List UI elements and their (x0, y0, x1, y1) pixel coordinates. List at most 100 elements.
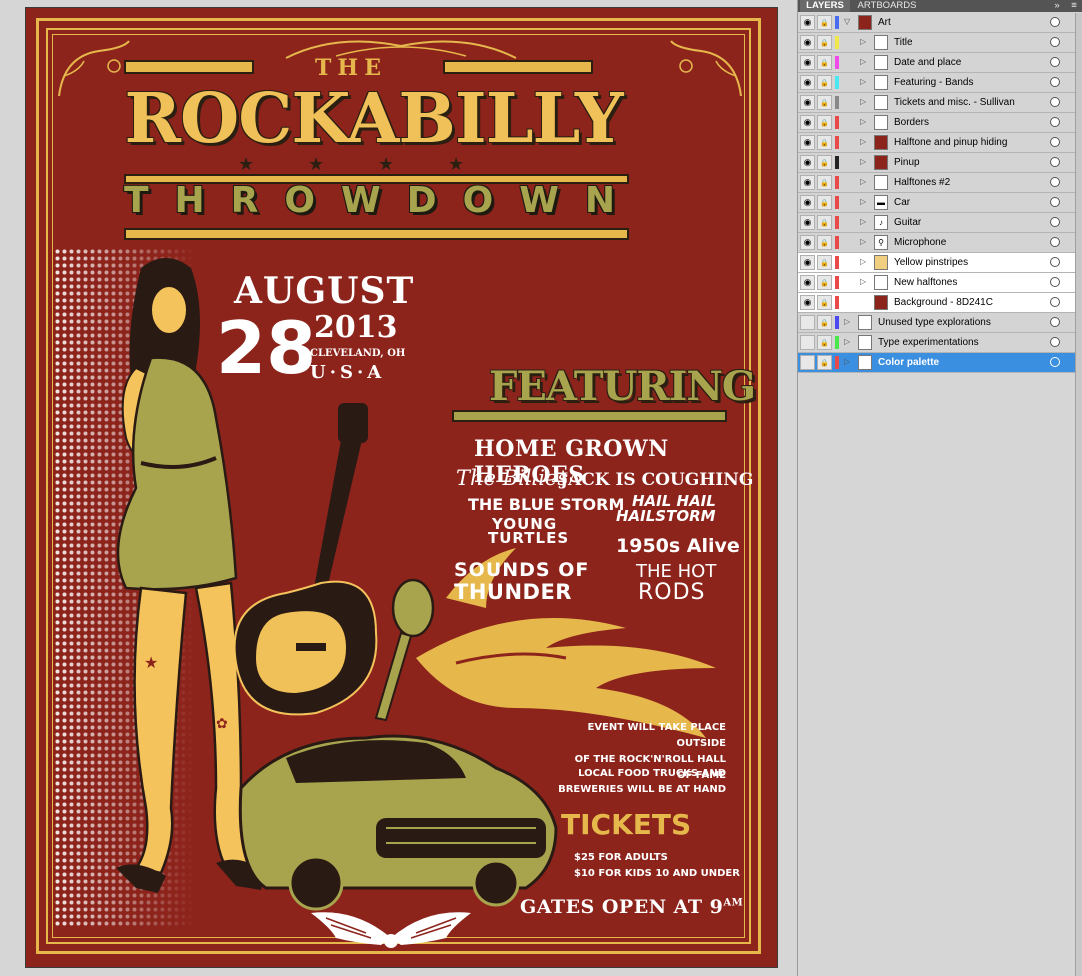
layer-row[interactable]: 🔒 ▷ Color palette (798, 353, 1075, 373)
expand-triangle-icon[interactable]: ▷ (860, 57, 866, 66)
lock-toggle[interactable]: 🔒 (817, 55, 832, 70)
layer-row[interactable]: 🔒 ▷ Type experimentations (798, 333, 1075, 353)
target-circle-icon[interactable] (1050, 277, 1060, 287)
panel-menu-icon[interactable]: ≡ (1068, 0, 1080, 12)
eye-icon[interactable]: ◉ (800, 195, 815, 210)
tab-artboards[interactable]: ARTBOARDS (852, 0, 922, 12)
layer-row[interactable]: ◉ 🔒 ▷ ♪ Guitar (798, 213, 1075, 233)
target-circle-icon[interactable] (1050, 337, 1060, 347)
lock-toggle[interactable]: 🔒 (817, 255, 832, 270)
lock-toggle[interactable]: 🔒 (817, 175, 832, 190)
lock-toggle[interactable]: 🔒 (817, 115, 832, 130)
target-circle-icon[interactable] (1050, 37, 1060, 47)
layer-name[interactable]: New halftones (894, 276, 957, 289)
layer-row[interactable]: ◉ 🔒 ▽ Art (798, 13, 1075, 33)
layer-row[interactable]: ◉ 🔒 ▷ Featuring - Bands (798, 73, 1075, 93)
layer-row[interactable]: ◉ 🔒 ▷ ⚲ Microphone (798, 233, 1075, 253)
expand-triangle-icon[interactable]: ▷ (860, 117, 866, 126)
layers-scrollbar[interactable] (1075, 13, 1082, 976)
lock-toggle[interactable]: 🔒 (817, 275, 832, 290)
visibility-toggle[interactable] (800, 355, 815, 370)
target-circle-icon[interactable] (1050, 237, 1060, 247)
eye-icon[interactable]: ◉ (800, 275, 815, 290)
target-circle-icon[interactable] (1050, 137, 1060, 147)
expand-triangle-icon[interactable]: ▷ (860, 77, 866, 86)
eye-icon[interactable]: ◉ (800, 15, 815, 30)
lock-toggle[interactable]: 🔒 (817, 95, 832, 110)
layer-row[interactable]: ◉ 🔒 ▷ Halftones #2 (798, 173, 1075, 193)
panel-collapse-icon[interactable]: » (1050, 0, 1064, 12)
expand-triangle-icon[interactable]: ▷ (844, 357, 850, 366)
layer-name[interactable]: Tickets and misc. - Sullivan (894, 96, 1015, 109)
layer-name[interactable]: Title (894, 36, 913, 49)
eye-icon[interactable]: ◉ (800, 255, 815, 270)
layer-name[interactable]: Yellow pinstripes (894, 256, 968, 269)
layer-name[interactable]: Color palette (878, 356, 939, 369)
lock-toggle[interactable]: 🔒 (817, 35, 832, 50)
lock-toggle[interactable]: 🔒 (817, 215, 832, 230)
layer-name[interactable]: Type experimentations (878, 336, 979, 349)
layer-row[interactable]: ◉ 🔒 Background - 8D241C (798, 293, 1075, 313)
layer-name[interactable]: Art (878, 16, 891, 29)
layer-name[interactable]: Featuring - Bands (894, 76, 974, 89)
layer-row[interactable]: ◉ 🔒 ▷ Halftone and pinup hiding (798, 133, 1075, 153)
visibility-toggle[interactable] (800, 335, 815, 350)
target-circle-icon[interactable] (1050, 57, 1060, 67)
layer-name[interactable]: Date and place (894, 56, 961, 69)
expand-triangle-icon[interactable]: ▷ (860, 177, 866, 186)
layer-row[interactable]: ◉ 🔒 ▷ Yellow pinstripes (798, 253, 1075, 273)
layer-row[interactable]: ◉ 🔒 ▷ New halftones (798, 273, 1075, 293)
eye-icon[interactable]: ◉ (800, 115, 815, 130)
target-circle-icon[interactable] (1050, 117, 1060, 127)
target-circle-icon[interactable] (1050, 17, 1060, 27)
tab-layers[interactable]: LAYERS (800, 0, 850, 12)
layer-name[interactable]: Guitar (894, 216, 921, 229)
layer-name[interactable]: Unused type explorations (878, 316, 991, 329)
lock-toggle[interactable]: 🔒 (817, 335, 832, 350)
target-circle-icon[interactable] (1050, 357, 1060, 367)
layer-name[interactable]: Borders (894, 116, 929, 129)
layer-name[interactable]: Pinup (894, 156, 920, 169)
target-circle-icon[interactable] (1050, 257, 1060, 267)
lock-toggle[interactable]: 🔒 (817, 155, 832, 170)
layer-name[interactable]: Microphone (894, 236, 946, 249)
expand-triangle-icon[interactable]: ▷ (844, 317, 850, 326)
eye-icon[interactable]: ◉ (800, 175, 815, 190)
lock-toggle[interactable]: 🔒 (817, 75, 832, 90)
expand-triangle-icon[interactable]: ▷ (860, 197, 866, 206)
visibility-toggle[interactable] (800, 315, 815, 330)
expand-triangle-icon[interactable]: ▷ (860, 217, 866, 226)
eye-icon[interactable]: ◉ (800, 235, 815, 250)
layer-row[interactable]: ◉ 🔒 ▷ Title (798, 33, 1075, 53)
layer-name[interactable]: Background - 8D241C (894, 296, 993, 309)
collapse-triangle-icon[interactable]: ▽ (844, 17, 850, 26)
lock-toggle[interactable]: 🔒 (817, 295, 832, 310)
expand-triangle-icon[interactable]: ▷ (860, 257, 866, 266)
lock-toggle[interactable]: 🔒 (817, 135, 832, 150)
poster-artboard[interactable]: THE ROCKABILLY ★ ★ ★ ★ THROWDOWN AUGUST (25, 7, 778, 968)
target-circle-icon[interactable] (1050, 217, 1060, 227)
expand-triangle-icon[interactable]: ▷ (860, 37, 866, 46)
expand-triangle-icon[interactable]: ▷ (860, 277, 866, 286)
target-circle-icon[interactable] (1050, 97, 1060, 107)
layer-row[interactable]: ◉ 🔒 ▷ Borders (798, 113, 1075, 133)
expand-triangle-icon[interactable]: ▷ (844, 337, 850, 346)
lock-toggle[interactable]: 🔒 (817, 235, 832, 250)
lock-toggle[interactable]: 🔒 (817, 195, 832, 210)
eye-icon[interactable]: ◉ (800, 75, 815, 90)
layer-row[interactable]: ◉ 🔒 ▷ Tickets and misc. - Sullivan (798, 93, 1075, 113)
layer-row[interactable]: 🔒 ▷ Unused type explorations (798, 313, 1075, 333)
expand-triangle-icon[interactable]: ▷ (860, 137, 866, 146)
layer-row[interactable]: ◉ 🔒 ▷ Date and place (798, 53, 1075, 73)
target-circle-icon[interactable] (1050, 77, 1060, 87)
lock-toggle[interactable]: 🔒 (817, 315, 832, 330)
expand-triangle-icon[interactable]: ▷ (860, 237, 866, 246)
target-circle-icon[interactable] (1050, 197, 1060, 207)
canvas-area[interactable]: THE ROCKABILLY ★ ★ ★ ★ THROWDOWN AUGUST (0, 0, 797, 976)
eye-icon[interactable]: ◉ (800, 295, 815, 310)
eye-icon[interactable]: ◉ (800, 135, 815, 150)
target-circle-icon[interactable] (1050, 157, 1060, 167)
target-circle-icon[interactable] (1050, 297, 1060, 307)
eye-icon[interactable]: ◉ (800, 95, 815, 110)
expand-triangle-icon[interactable]: ▷ (860, 97, 866, 106)
